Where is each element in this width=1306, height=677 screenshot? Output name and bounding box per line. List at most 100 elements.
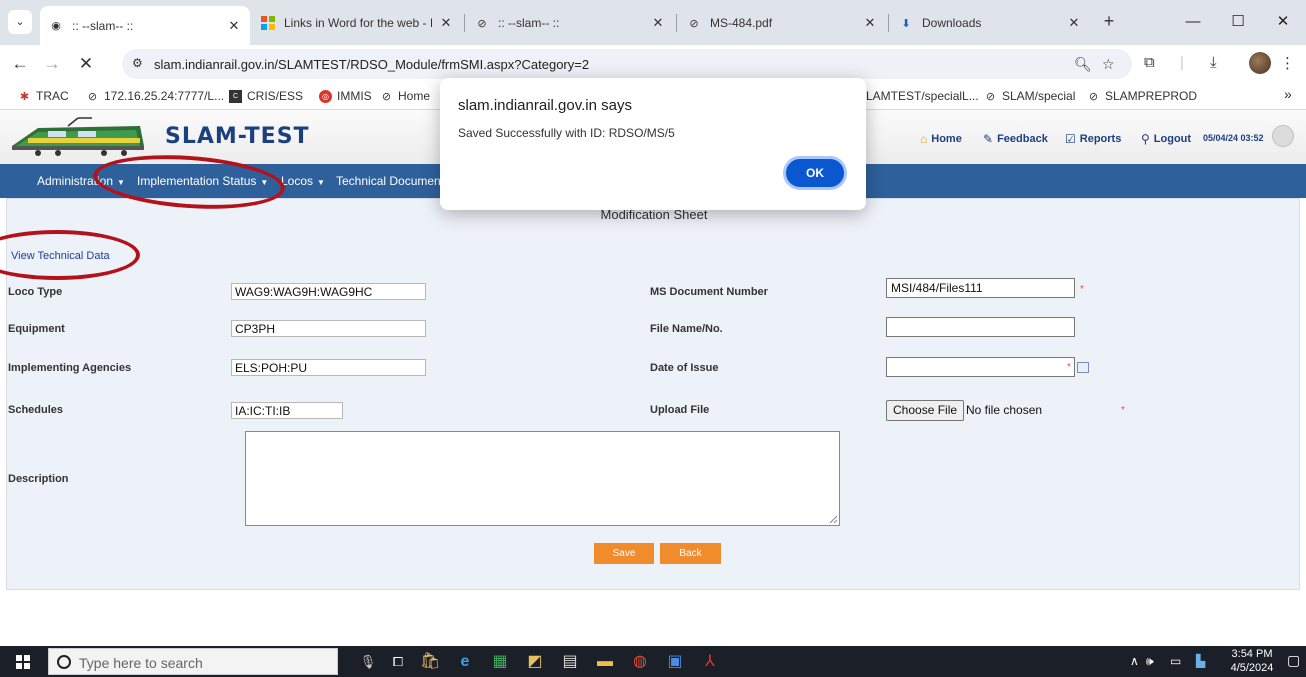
bookmark-lamtest-special[interactable]: LAMTEST/specialL... [866,89,979,103]
close-icon[interactable]: ✕ [226,18,242,34]
header-link-label: Feedback [997,133,1048,145]
file-explorer-icon[interactable]: ▬ [595,652,615,672]
edge-icon[interactable]: e [455,652,475,672]
tab-separator [888,14,889,32]
photos-icon[interactable]: ◩ [525,652,545,672]
profile-avatar[interactable] [1249,52,1271,74]
browser-tab-bar: ⌄ ◉ :: --slam-- :: ✕ Links in Word for t… [0,0,1306,45]
bookmark-home[interactable]: ⊘ Home [380,89,430,103]
globe-icon: ⊘ [689,17,699,30]
extensions-icon[interactable]: ⧉ [1144,54,1155,71]
globe-icon: ⊘ [985,90,996,103]
acrobat-icon[interactable]: ⅄ [700,652,720,672]
dialog-ok-button[interactable]: OK [783,156,847,190]
tab-search-button[interactable]: ⌄ [8,10,32,34]
windows-taskbar: Type here to search 🎙︎ ⧠ 🛍︎ e ▦ ◩ ▤ ▬ ◍ … [0,646,1306,677]
choose-file-button[interactable]: Choose File [886,400,965,421]
task-view-icon[interactable]: ⧠ [388,652,408,672]
taskbar-search-box[interactable]: Type here to search [48,648,338,675]
tab-links-word[interactable]: Links in Word for the web - I ✕ [252,6,462,40]
taskbar-clock[interactable]: 3:54 PM 4/5/2024 [1230,647,1274,675]
minimize-button[interactable]: — [1178,8,1208,36]
loco-type-field[interactable]: WAG9:WAG9H:WAG9HC [231,283,426,300]
menu-locos[interactable]: Locos ▼ [281,174,325,188]
close-icon[interactable]: ✕ [650,15,666,31]
url-text[interactable]: slam.indianrail.gov.in/SLAMTEST/RDSO_Mod… [154,57,589,72]
date-of-issue-label: Date of Issue [650,362,719,374]
downloads-icon[interactable]: ⤓ [1210,54,1217,71]
windows-favicon-icon [260,15,276,31]
excel-icon[interactable]: ▦ [490,652,510,672]
windows-start-icon[interactable] [16,655,30,669]
site-info-icon[interactable]: ⚙ [132,56,143,70]
close-icon[interactable]: ✕ [1066,15,1082,31]
user-avatar[interactable] [1272,125,1294,147]
header-feedback-link[interactable]: ✎ Feedback [983,132,1048,146]
maximize-button[interactable]: ☐ [1223,8,1253,36]
chrome-icon[interactable]: ◍ [630,652,650,672]
network-icon[interactable]: ▭ [1170,654,1181,668]
calculator-icon[interactable]: ▤ [560,652,580,672]
home-icon: ⌂ [920,132,928,146]
tab-downloads[interactable]: ⬇ Downloads ✕ [890,6,1090,40]
resize-handle-icon[interactable] [829,515,838,524]
bookmark-star-icon[interactable]: ☆ [1102,56,1115,73]
menu-technical-documents[interactable]: Technical Documen [336,174,441,188]
tab-title: MS-484.pdf [710,16,773,30]
store-icon[interactable]: 🛍︎ [420,652,440,672]
volume-icon[interactable]: 🕪︎ [1146,654,1154,669]
url-omnibox[interactable]: ⚙ slam.indianrail.gov.in/SLAMTEST/RDSO_M… [122,49,1132,79]
trac-icon: ✱ [19,90,30,103]
dialog-message: Saved Successfully with ID: RDSO/MS/5 [458,126,675,140]
modification-sheet-panel: Modification Sheet View Technical Data L… [6,198,1300,590]
tab-slam-active[interactable]: ◉ :: --slam-- :: ✕ [40,6,250,45]
header-reports-link[interactable]: ☑ Reports [1065,132,1121,146]
required-marker: * [1080,284,1084,295]
description-textarea[interactable] [245,431,840,526]
bookmark-trac[interactable]: ✱ TRAC [18,89,69,103]
implementing-agencies-field[interactable]: ELS:POH:PU [231,359,426,376]
app-tray-icon[interactable]: ▙ [1196,654,1205,668]
new-tab-button[interactable]: + [1097,10,1121,34]
zoom-icon[interactable]: 🔍︎ [1074,56,1092,73]
upload-file-label: Upload File [650,404,710,416]
bookmark-cris-ess[interactable]: C CRIS/ESS [229,89,303,103]
stop-loading-icon[interactable]: ✕ [72,50,100,78]
close-icon[interactable]: ✕ [438,15,454,31]
close-icon[interactable]: ✕ [862,15,878,31]
schedules-label: Schedules [8,404,64,416]
header-home-link[interactable]: ⌂ Home [920,132,962,146]
bookmark-label: 172.16.25.24:7777/L... [104,89,225,103]
header-logout-link[interactable]: ⚲ Logout [1141,132,1191,146]
forward-arrow-icon[interactable]: → [38,50,66,78]
bookmark-ip[interactable]: ⊘ 172.16.25.24:7777/L... [86,89,224,103]
close-window-button[interactable]: ✕ [1268,8,1298,36]
schedules-field[interactable]: IA:IC:TI:IB [231,402,343,419]
address-bar: ← → ✕ ⚙ slam.indianrail.gov.in/SLAMTEST/… [0,45,1306,82]
back-arrow-icon[interactable]: ← [6,50,34,78]
save-button[interactable]: Save [594,543,654,564]
word-icon[interactable]: ▣ [665,652,685,672]
tab-ms-484-pdf[interactable]: ⊘ MS-484.pdf ✕ [678,6,886,40]
back-button[interactable]: Back [660,543,721,564]
tray-chevron-icon[interactable]: ∧ [1130,654,1139,668]
no-file-chosen-text: No file chosen [966,403,1043,417]
bookmark-slam-special[interactable]: ⊘ SLAM/special [984,89,1075,103]
microphone-icon[interactable]: 🎙︎ [358,652,378,672]
bookmark-slampreprod[interactable]: ⊘ SLAMPREPROD [1087,89,1197,103]
bookmarks-overflow-button[interactable]: » [1284,86,1292,102]
equipment-label: Equipment [8,323,65,335]
equipment-field[interactable]: CP3PH [231,320,426,337]
ms-document-number-input[interactable]: MSI/484/Files111 [886,278,1075,298]
tab-slam-2[interactable]: ⊘ :: --slam-- :: ✕ [466,6,674,40]
bookmark-label: TRAC [36,89,69,103]
calendar-icon[interactable] [1077,362,1089,373]
date-of-issue-input[interactable] [886,357,1075,377]
bookmark-label: LAMTEST/specialL... [866,89,979,103]
bookmark-immis[interactable]: ◎ IMMIS [319,89,372,103]
slam-favicon-icon: ◉ [51,20,61,32]
browser-menu-icon[interactable]: ⋮ [1280,54,1295,72]
file-name-input[interactable] [886,317,1075,337]
notifications-icon[interactable]: ▢ [1287,652,1300,669]
implementing-agencies-label: Implementing Agencies [8,362,132,374]
